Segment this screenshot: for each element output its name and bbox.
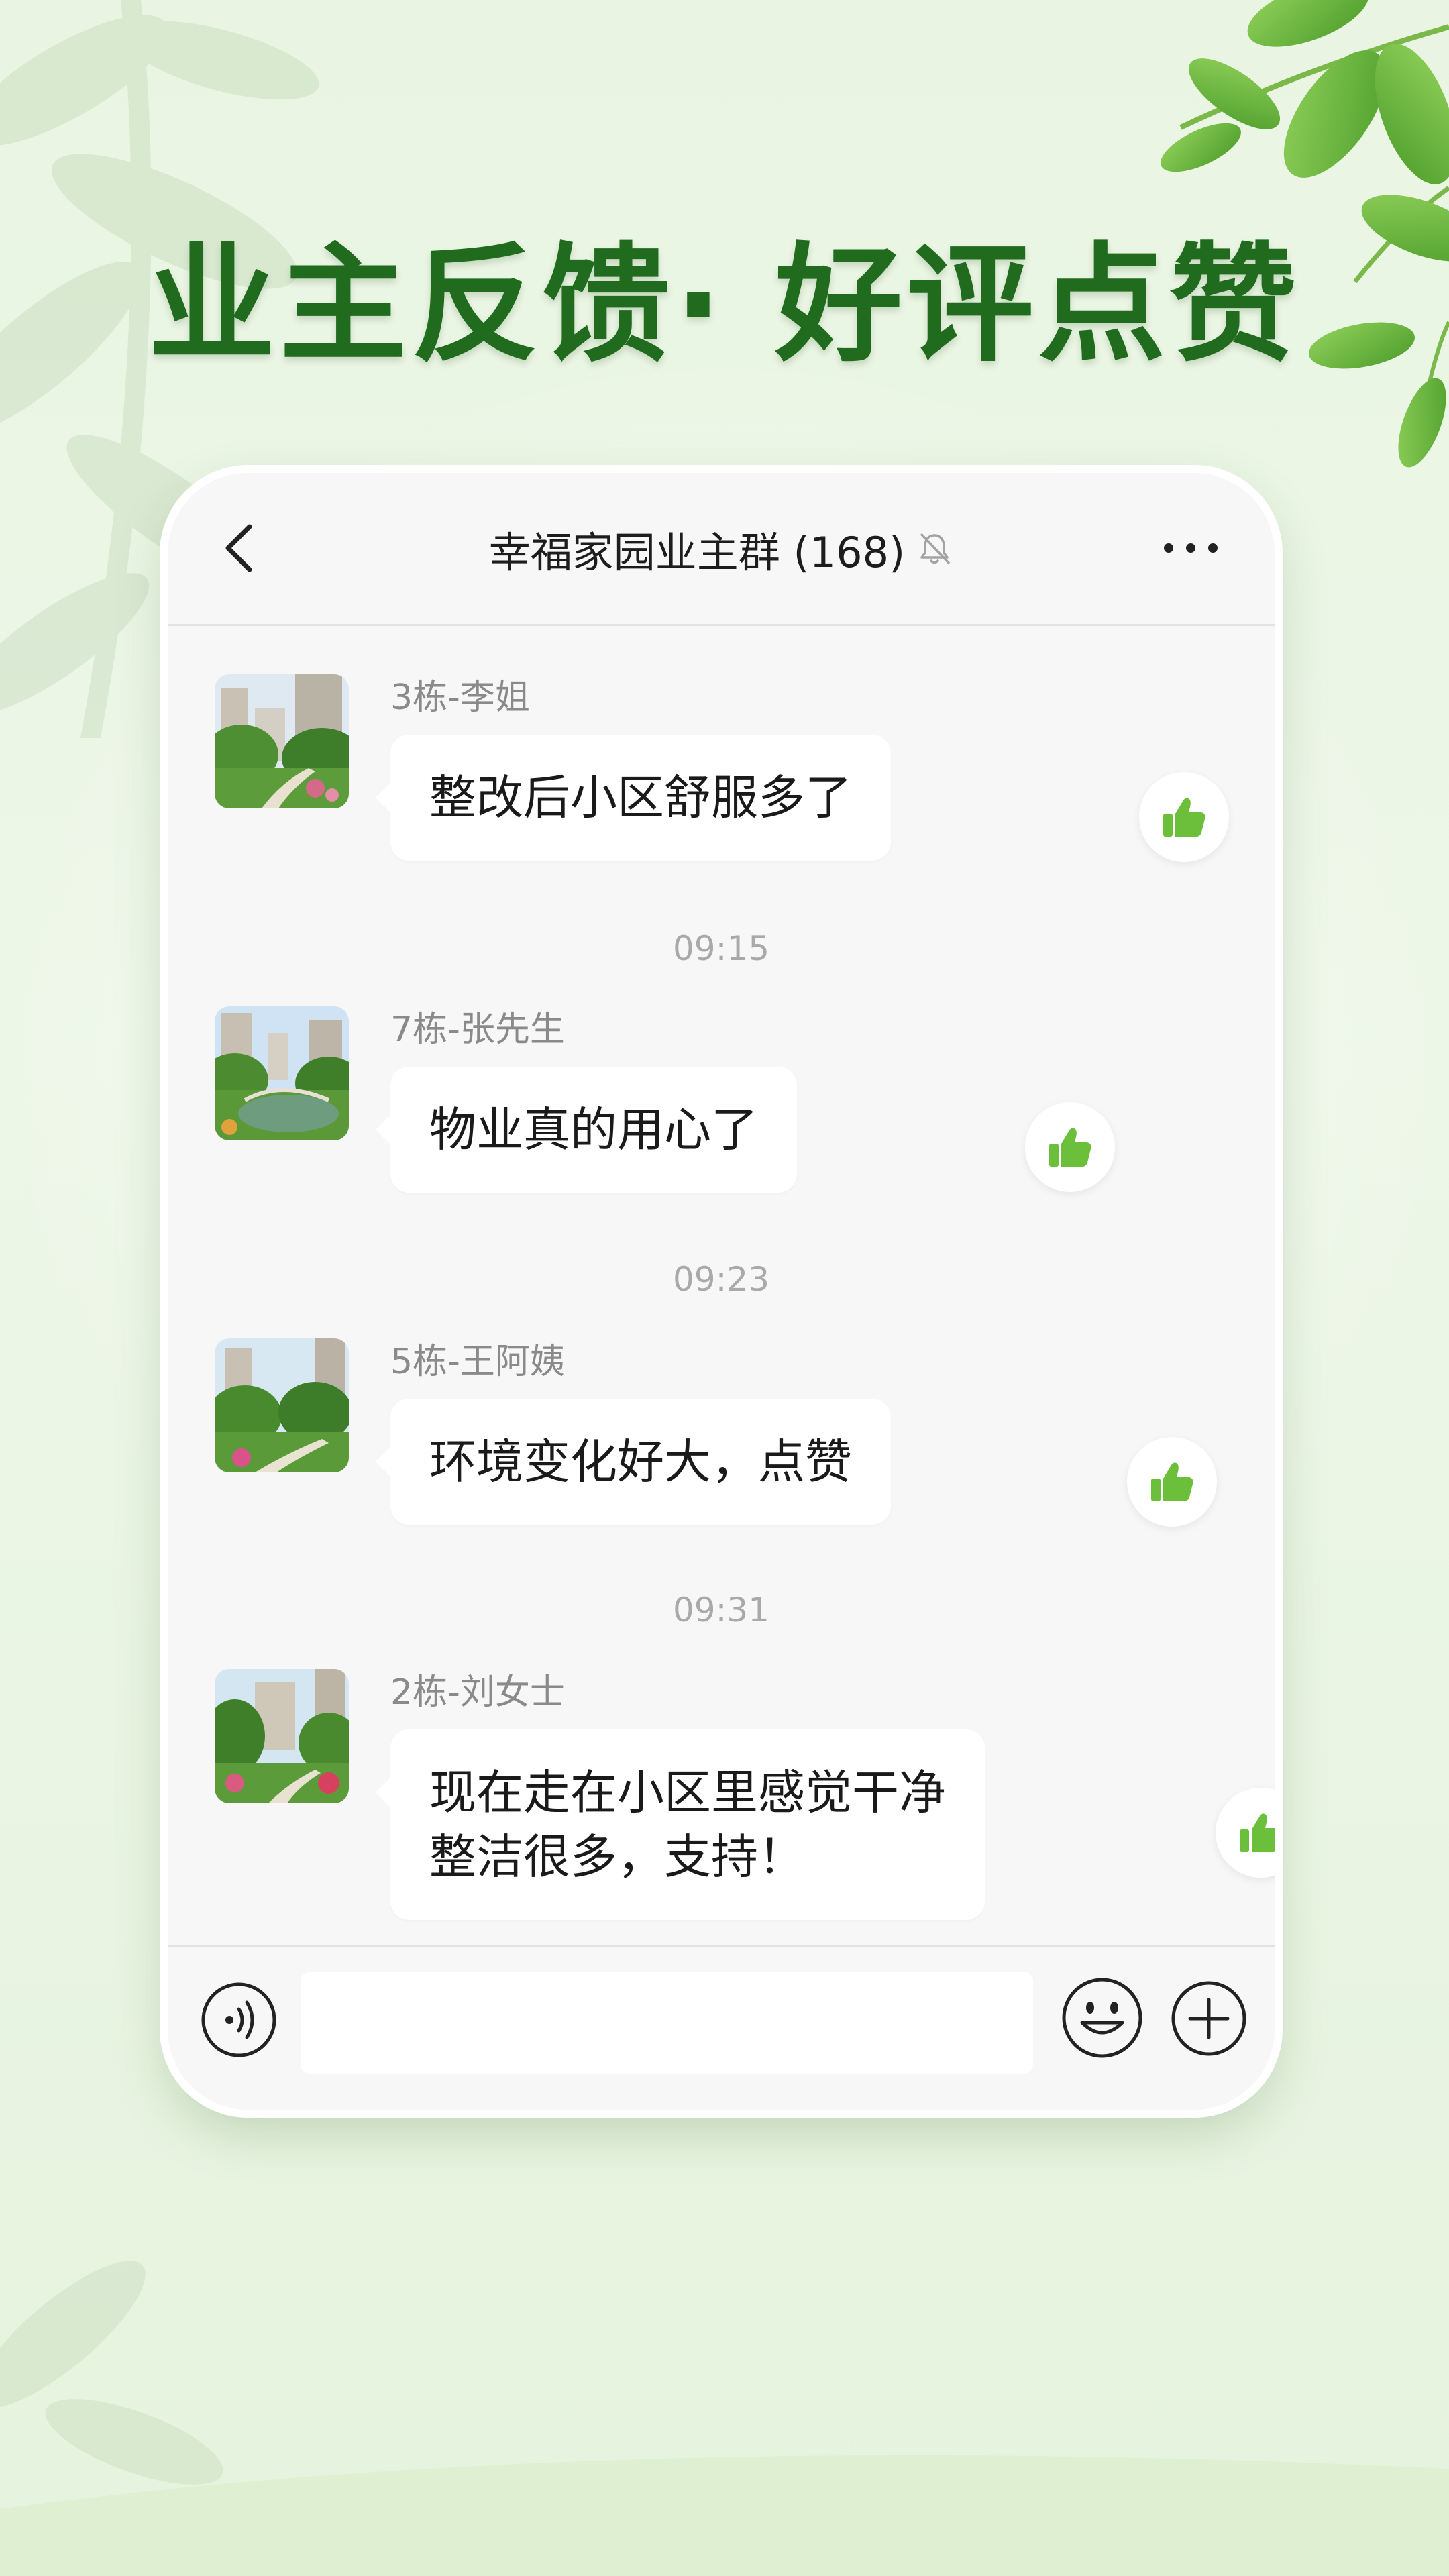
emoji-icon[interactable] xyxy=(1060,1976,1144,2060)
like-button[interactable] xyxy=(1025,1102,1115,1192)
avatar[interactable] xyxy=(215,1669,349,1803)
like-button[interactable] xyxy=(1127,1437,1217,1527)
poster-title: 业主反馈· 好评点赞 xyxy=(148,231,1301,379)
message-text: 物业真的用心了 xyxy=(429,1102,758,1157)
avatar[interactable] xyxy=(215,1006,349,1140)
voice-icon[interactable] xyxy=(200,1981,278,2059)
sender-name: 3栋-李姐 xyxy=(390,678,530,718)
message-bubble[interactable]: 整改后小区舒服多了 xyxy=(376,735,891,861)
message-input[interactable] xyxy=(301,1972,1033,2074)
sender-name: 2栋-刘女士 xyxy=(390,1672,565,1713)
message-bubble[interactable]: 环境变化好大，点赞 xyxy=(376,1399,891,1525)
plus-icon[interactable] xyxy=(1170,1980,1248,2057)
message-bubble[interactable]: 现在走在小区里感觉干净 整洁很多，支持！ xyxy=(376,1729,985,1920)
chat-window: 幸福家园业主群 (168) 3栋-李姐 整改后小区舒服多了 09:15 7栋-张… xyxy=(168,473,1275,2110)
timestamp: 09:15 xyxy=(672,929,770,968)
chat-title: 幸福家园业主群 (168) xyxy=(488,527,906,577)
thumbs-up-icon xyxy=(1049,1128,1091,1167)
timestamp: 09:31 xyxy=(672,1591,770,1629)
message-text: 整改后小区舒服多了 xyxy=(429,770,852,825)
sender-name: 5栋-王阿姨 xyxy=(390,1342,565,1382)
like-button[interactable] xyxy=(1139,772,1229,862)
thumbs-up-icon xyxy=(1151,1462,1193,1501)
thumbs-up-icon xyxy=(1240,1813,1275,1852)
timestamp: 09:23 xyxy=(672,1260,770,1299)
like-button[interactable] xyxy=(1216,1788,1275,1878)
thumbs-up-icon xyxy=(1163,798,1205,837)
avatar[interactable] xyxy=(215,674,349,808)
chat-title-wrap: 幸福家园业主群 (168) xyxy=(168,473,1275,624)
sender-name: 7栋-张先生 xyxy=(390,1010,565,1050)
avatar[interactable] xyxy=(215,1338,349,1472)
more-dots-icon[interactable] xyxy=(1161,535,1221,561)
message-text: 环境变化好大，点赞 xyxy=(429,1434,852,1489)
message-text-line: 整洁很多，支持！ xyxy=(429,1829,805,1884)
chat-navbar: 幸福家园业主群 (168) xyxy=(168,473,1275,626)
bell-off-icon xyxy=(920,533,951,564)
message-bubble[interactable]: 物业真的用心了 xyxy=(376,1067,797,1193)
message-text-line: 现在走在小区里感觉干净 xyxy=(429,1765,946,1820)
composer-bar xyxy=(168,1945,1275,2110)
